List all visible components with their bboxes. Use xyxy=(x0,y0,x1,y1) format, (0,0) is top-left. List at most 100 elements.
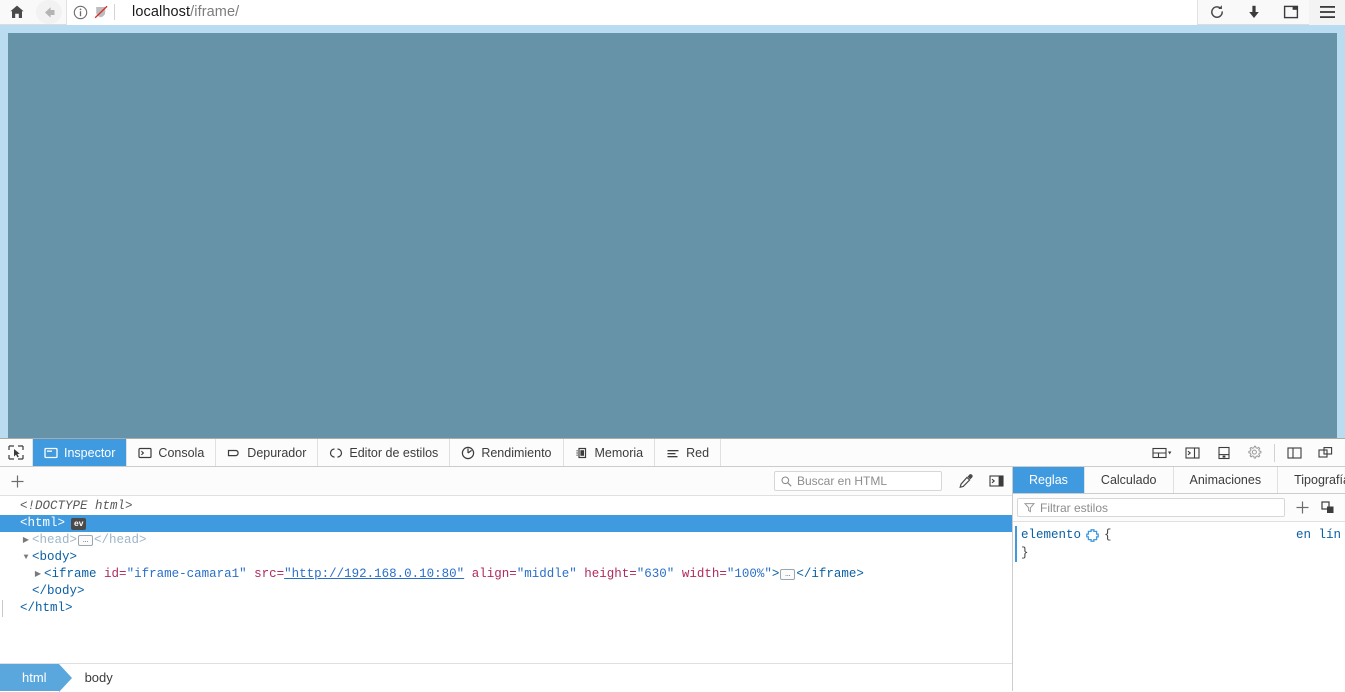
app-menu-button[interactable] xyxy=(1309,0,1345,25)
inspector-pane: ▶ <!DOCTYPE html> ▶ <html> ev ▶ <head> …… xyxy=(0,467,1013,692)
responsive-design-mode-icon xyxy=(1151,446,1172,460)
twisty-body-icon[interactable]: ▼ xyxy=(20,549,32,566)
rules-pane: Reglas Calculado Animaciones Tipografía xyxy=(1013,467,1345,691)
responsive-design-mode-button[interactable] xyxy=(1146,439,1177,466)
sidebar-toggle-button[interactable] xyxy=(981,468,1012,495)
tab-animaciones-label: Animaciones xyxy=(1189,473,1262,487)
iframe-open-tag: <iframe xyxy=(44,567,97,581)
screenshot-button[interactable] xyxy=(1208,439,1239,466)
collapsed-children-icon[interactable]: … xyxy=(78,535,94,546)
iframe-attr-height-name[interactable]: height xyxy=(584,566,629,583)
tab-calculado[interactable]: Calculado xyxy=(1085,467,1174,493)
urlbar-separator xyxy=(114,4,115,20)
devtools-toolbar-actions xyxy=(1146,439,1345,466)
iframe-attr-align-name[interactable]: align xyxy=(472,566,510,583)
filter-icon xyxy=(1024,502,1035,513)
html-close-tag: </html> xyxy=(20,601,73,615)
url-bar[interactable]: localhost/iframe/ xyxy=(66,0,1197,25)
insecure-connection-icon[interactable] xyxy=(93,4,109,20)
devtools-tabbar-spacer xyxy=(721,439,1146,466)
markup-row-body-close[interactable]: </body> xyxy=(0,583,1012,600)
tab-editor-de-estilos-label: Editor de estilos xyxy=(349,445,439,460)
add-rule-button[interactable] xyxy=(1289,495,1315,521)
rules-filter-box[interactable] xyxy=(1017,498,1285,517)
rules-content[interactable]: elemento { } en lín xyxy=(1013,522,1345,691)
separate-window-button[interactable] xyxy=(1310,439,1341,466)
settings-button[interactable] xyxy=(1239,439,1270,466)
url-text: localhost/iframe/ xyxy=(132,4,239,20)
rule-selector[interactable]: elemento xyxy=(1021,526,1081,544)
home-icon xyxy=(9,4,25,20)
reload-icon xyxy=(1209,4,1225,20)
markup-row-html[interactable]: ▶ <html> ev xyxy=(0,515,1012,532)
event-badge[interactable]: ev xyxy=(71,517,87,530)
tab-consola[interactable]: Consola xyxy=(127,439,217,466)
collapsed-children-icon[interactable]: … xyxy=(780,569,796,580)
iframe-attr-height-value[interactable]: "630" xyxy=(637,566,675,583)
split-console-icon xyxy=(1185,446,1200,460)
head-close-tag: </head> xyxy=(94,533,147,547)
tab-red[interactable]: Red xyxy=(655,439,722,466)
dock-side-button[interactable] xyxy=(1279,439,1310,466)
tab-editor-de-estilos[interactable]: Editor de estilos xyxy=(318,439,451,466)
iframe-camara1-content[interactable] xyxy=(8,33,1337,438)
breadcrumb-item-body-label: body xyxy=(84,670,113,685)
rule-source-link[interactable]: en lín xyxy=(1296,526,1341,544)
home-button[interactable] xyxy=(0,0,34,24)
tab-memoria-label: Memoria xyxy=(594,445,644,460)
gear-icon[interactable] xyxy=(1086,528,1099,542)
memory-icon xyxy=(575,446,589,460)
pseudo-class-button[interactable] xyxy=(1315,495,1341,521)
tab-rendimiento-label: Rendimiento xyxy=(481,445,552,460)
markup-view[interactable]: ▶ <!DOCTYPE html> ▶ <html> ev ▶ <head> …… xyxy=(0,496,1012,663)
reload-button[interactable] xyxy=(1197,0,1235,24)
iframe-attr-width-name[interactable]: width xyxy=(682,566,720,583)
split-console-button[interactable] xyxy=(1177,439,1208,466)
iframe-attr-id-name[interactable]: id xyxy=(104,566,119,583)
library-button[interactable] xyxy=(1272,0,1309,24)
markup-row-head[interactable]: ▶ <head> … </head> xyxy=(0,532,1012,549)
rules-tabbar: Reglas Calculado Animaciones Tipografía xyxy=(1013,467,1345,494)
tab-animaciones[interactable]: Animaciones xyxy=(1174,467,1279,493)
iframe-attr-src-name[interactable]: src xyxy=(254,566,277,583)
breadcrumb-item-html[interactable]: html xyxy=(0,664,72,692)
search-icon xyxy=(781,475,792,487)
page-info-icon[interactable] xyxy=(73,5,88,20)
tab-reglas[interactable]: Reglas xyxy=(1013,467,1085,493)
tab-tipografia[interactable]: Tipografía xyxy=(1278,467,1345,493)
breadcrumb-item-html-label: html xyxy=(22,670,47,685)
iframe-attr-id-value[interactable]: "iframe-camara1" xyxy=(127,566,247,583)
tab-memoria[interactable]: Memoria xyxy=(564,439,656,466)
head-open-tag: <head> xyxy=(32,533,78,547)
rules-filter-input[interactable] xyxy=(1040,500,1278,515)
tab-depurador[interactable]: Depurador xyxy=(216,439,319,466)
eyedropper-button[interactable] xyxy=(950,468,981,495)
twisty-spacer: ▶ xyxy=(8,498,20,515)
tab-red-label: Red xyxy=(686,445,710,460)
twisty-iframe-icon[interactable]: ▶ xyxy=(32,566,44,583)
twisty-spacer: ▶ xyxy=(8,600,20,617)
markup-row-iframe[interactable]: ▶ <iframe id = "iframe-camara1" src = "http:… xyxy=(0,566,1012,583)
url-host: localhost xyxy=(132,4,191,20)
iframe-attr-src-value[interactable]: "http://192.168.0.10:80" xyxy=(284,566,464,583)
debugger-icon xyxy=(227,446,241,460)
plus-icon xyxy=(10,474,25,489)
twisty-head-icon[interactable]: ▶ xyxy=(20,532,32,549)
markup-row-body[interactable]: ▼ <body> xyxy=(0,549,1012,566)
element-picker-button[interactable] xyxy=(0,439,33,466)
identity-box[interactable] xyxy=(73,4,132,20)
tab-inspector[interactable]: Inspector xyxy=(33,439,128,466)
html-search-input[interactable] xyxy=(797,474,935,488)
iframe-attr-width-value[interactable]: "100%" xyxy=(727,566,772,583)
iframe-attr-align-value[interactable]: "middle" xyxy=(517,566,577,583)
network-icon xyxy=(666,446,680,460)
markup-row-html-close[interactable]: ▶ </html> xyxy=(0,600,1012,617)
tab-rendimiento[interactable]: Rendimiento xyxy=(450,439,564,466)
tab-inspector-label: Inspector xyxy=(64,445,116,460)
back-button[interactable] xyxy=(36,0,62,24)
html-search-box[interactable] xyxy=(774,471,942,491)
add-node-button[interactable] xyxy=(0,474,34,489)
downloads-button[interactable] xyxy=(1235,0,1272,24)
pseudo-class-icon xyxy=(1321,501,1335,514)
markup-row-doctype[interactable]: ▶ <!DOCTYPE html> xyxy=(0,498,1012,515)
